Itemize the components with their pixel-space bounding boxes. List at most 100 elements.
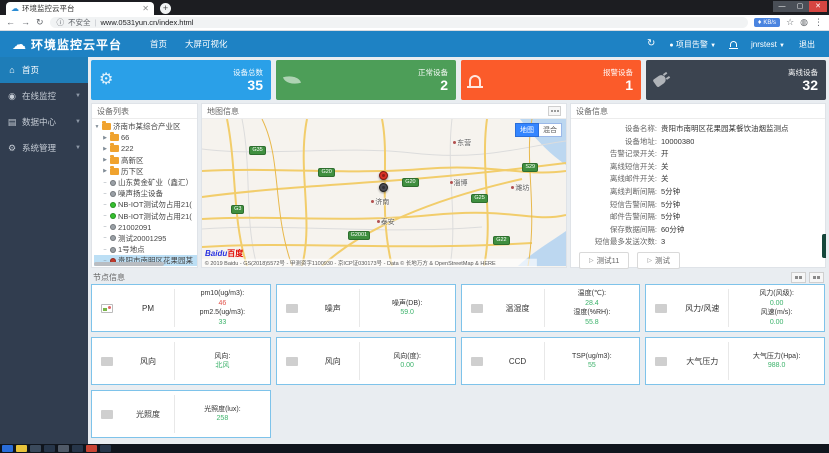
sidebar-item-system[interactable]: ⚙ 系统管理 ▼ bbox=[0, 135, 88, 161]
start-button[interactable] bbox=[2, 445, 13, 452]
node-card-wind-degree[interactable]: 风向 风向(度): 0.00 bbox=[275, 337, 456, 385]
user-dropdown[interactable]: jnrstest ▼ bbox=[751, 40, 785, 49]
road-badge: S29 bbox=[522, 163, 539, 173]
field-value: 5分钟 bbox=[661, 186, 681, 196]
sidebar-item-home[interactable]: ⌂ 首页 bbox=[0, 57, 88, 83]
device-list-panel: 设备列表 ▼ 济南市某综合产业区 ▶ 66 ▶ 222 ▶ 高新区 ▶ 历下区 … bbox=[91, 103, 198, 268]
stat-card-normal[interactable]: 正常设备 2 bbox=[276, 60, 456, 100]
tab-close-icon[interactable]: ✕ bbox=[142, 4, 149, 13]
play-icon: ▷ bbox=[589, 257, 594, 264]
tree-item-device[interactable]: – 噪声扬尘设备 bbox=[94, 188, 197, 199]
metric-label: 温度(℃): bbox=[577, 290, 607, 297]
alarm-dropdown[interactable]: ● 项目告警 ▼ bbox=[669, 39, 716, 50]
test-button[interactable]: ▷ 测试 bbox=[637, 251, 681, 269]
expander-icon[interactable]: ▶ bbox=[102, 168, 108, 174]
tree-item-device[interactable]: – 测试20001295 bbox=[94, 233, 197, 244]
field-value: 开 bbox=[661, 149, 669, 159]
tree-item-device[interactable]: – 1号地点 bbox=[94, 244, 197, 255]
tree-connector: – bbox=[103, 213, 107, 220]
field-label: 短信告警间隔: bbox=[609, 199, 657, 209]
refresh-icon[interactable]: ↻ bbox=[647, 39, 655, 49]
map-type-hybrid-button[interactable]: 混合 bbox=[539, 123, 562, 137]
stat-card-offline[interactable]: 离线设备 32 bbox=[646, 60, 826, 100]
notification-bell-icon[interactable] bbox=[729, 41, 739, 49]
maximize-button[interactable]: ▢ bbox=[791, 1, 809, 12]
tree-item-folder[interactable]: ▶ 222 bbox=[94, 143, 197, 154]
tree-item-device[interactable]: – NB-IOT测试勿占用21( bbox=[94, 199, 197, 210]
sidebar-item-datacenter[interactable]: ▤ 数据中心 ▼ bbox=[0, 109, 88, 135]
node-card-pm[interactable]: PM pm10(ug/m3): 46 pm2.5(ug/m3): 33 bbox=[91, 284, 271, 332]
reload-icon[interactable]: ↻ bbox=[36, 18, 44, 27]
expander-icon[interactable]: ▶ bbox=[102, 146, 108, 152]
nav-item-home[interactable]: 首页 bbox=[150, 38, 167, 50]
back-icon[interactable]: ← bbox=[6, 18, 15, 27]
forward-icon[interactable]: → bbox=[21, 18, 30, 27]
profile-icon[interactable]: ◍ bbox=[800, 18, 808, 27]
node-card-pressure[interactable]: 大气压力 大气压力(Hpa): 988.0 bbox=[645, 337, 825, 385]
side-handle[interactable] bbox=[822, 234, 826, 258]
map-canvas[interactable]: 地图 混合 G35 G20 G20 G25 S29 G3 G2001 G22 济… bbox=[202, 119, 566, 267]
address-bar[interactable]: ⓘ 不安全 | www.0531yun.cn/index.html bbox=[49, 17, 748, 28]
extension-badge-label: KB/s bbox=[763, 19, 777, 26]
expander-icon[interactable]: ▶ bbox=[102, 135, 108, 141]
chevron-down-icon: ▼ bbox=[779, 42, 785, 49]
panel-title: 地图信息 bbox=[207, 106, 239, 116]
speed-extension-badge[interactable]: ♦ KB/s bbox=[753, 18, 781, 27]
map-type-map-button[interactable]: 地图 bbox=[515, 123, 539, 137]
node-info-section: 节点信息 PM pm10(ug/m3): 46 pm2.5(ug/m3): 33 bbox=[91, 271, 826, 438]
taskbar-app-icon[interactable] bbox=[100, 445, 111, 452]
bookmark-star-icon[interactable]: ☆ bbox=[786, 18, 794, 27]
close-button[interactable]: ✕ bbox=[809, 1, 827, 12]
folder-icon bbox=[110, 154, 119, 164]
minimize-button[interactable]: — bbox=[773, 1, 791, 12]
tree-item-folder[interactable]: ▶ 历下区 bbox=[94, 165, 197, 177]
device-info-fields: 设备名称: 贵阳市南明区花果园某餐饮油烟监测点 设备地址: 10000380 告警记… bbox=[571, 119, 825, 249]
field-row: 离线邮件开关: 关 bbox=[573, 173, 819, 186]
nav-item-bigscreen[interactable]: 大屏可视化 bbox=[185, 38, 228, 50]
tree-item-device[interactable]: – 10002388 bbox=[94, 266, 197, 267]
expander-icon[interactable]: ▶ bbox=[102, 157, 108, 163]
new-tab-button[interactable]: + bbox=[160, 3, 171, 14]
road-badge: G3 bbox=[231, 204, 245, 214]
taskbar-app-icon[interactable] bbox=[30, 445, 41, 452]
tree-item-device[interactable]: – 21002091 bbox=[94, 222, 197, 233]
browser-menu-icon[interactable]: ⋮ bbox=[814, 18, 823, 27]
stat-card-alarm[interactable]: 报警设备 1 bbox=[461, 60, 641, 100]
info-icon[interactable]: ⓘ bbox=[57, 17, 65, 28]
expander-icon[interactable]: ▼ bbox=[94, 124, 100, 130]
taskbar-app-icon[interactable] bbox=[72, 445, 83, 452]
city-label: 泰安 bbox=[376, 217, 395, 227]
taskbar-app-icon[interactable] bbox=[58, 445, 69, 452]
tree-item-folder[interactable]: ▶ 高新区 bbox=[94, 154, 197, 166]
tree-item-root[interactable]: ▼ 济南市某综合产业区 bbox=[94, 121, 197, 132]
horizontal-scrollbar[interactable] bbox=[94, 262, 164, 266]
url-separator: | bbox=[94, 18, 97, 27]
metric-value: 55.8 bbox=[585, 318, 599, 326]
stat-label: 正常设备 bbox=[418, 68, 448, 77]
sidebar-item-monitoring[interactable]: ◉ 在线监控 ▼ bbox=[0, 83, 88, 109]
taskbar-folder-icon[interactable] bbox=[16, 445, 27, 452]
node-card-illuminance[interactable]: 光照度 光照度(lux): 258 bbox=[91, 390, 271, 438]
stat-label: 报警设备 bbox=[603, 68, 633, 77]
map-marker-offline[interactable] bbox=[378, 182, 388, 192]
tree-item-device[interactable]: – NB-IOT测试勿占用21( bbox=[94, 211, 197, 222]
browser-tab[interactable]: ☁ 环境监控云平台 ✕ bbox=[6, 2, 154, 15]
city-label: 潍坊 bbox=[511, 183, 529, 193]
tree-item-folder[interactable]: ▶ 66 bbox=[94, 132, 197, 143]
tree-item-label: NB-IOT测试勿占用21( bbox=[118, 200, 192, 210]
map-marker-alarm[interactable] bbox=[378, 170, 388, 180]
node-card-noise[interactable]: 噪声 噪声(DB): 59.0 bbox=[275, 284, 456, 332]
taskbar-app-icon[interactable] bbox=[44, 445, 55, 452]
node-card-temp-humidity[interactable]: 温湿度 温度(℃): 28.4 湿度(%RH): 55.8 bbox=[460, 284, 641, 332]
node-card-ccd[interactable]: CCD TSP(ug/m3): 55 bbox=[460, 337, 641, 385]
node-card-wind-direction[interactable]: 风向 风向: 北风 bbox=[91, 337, 271, 385]
tree-item-device[interactable]: – 山东黄金矿业（鑫汇） bbox=[94, 177, 197, 188]
stat-card-total[interactable]: ⚙ 设备总数 35 bbox=[91, 60, 271, 100]
taskbar-chrome-icon[interactable] bbox=[86, 445, 97, 452]
fullscreen-icon[interactable] bbox=[548, 106, 561, 116]
node-card-wind-power[interactable]: 风力/风速 风力(风级): 0.00 风速(m/s): 0.00 bbox=[645, 284, 825, 332]
logout-button[interactable]: 退出 bbox=[799, 39, 815, 50]
test11-button[interactable]: ▷ 测试11 bbox=[579, 251, 630, 269]
field-value: 3 bbox=[661, 237, 666, 247]
app-brand[interactable]: ☁ 环境监控云平台 bbox=[0, 36, 136, 53]
